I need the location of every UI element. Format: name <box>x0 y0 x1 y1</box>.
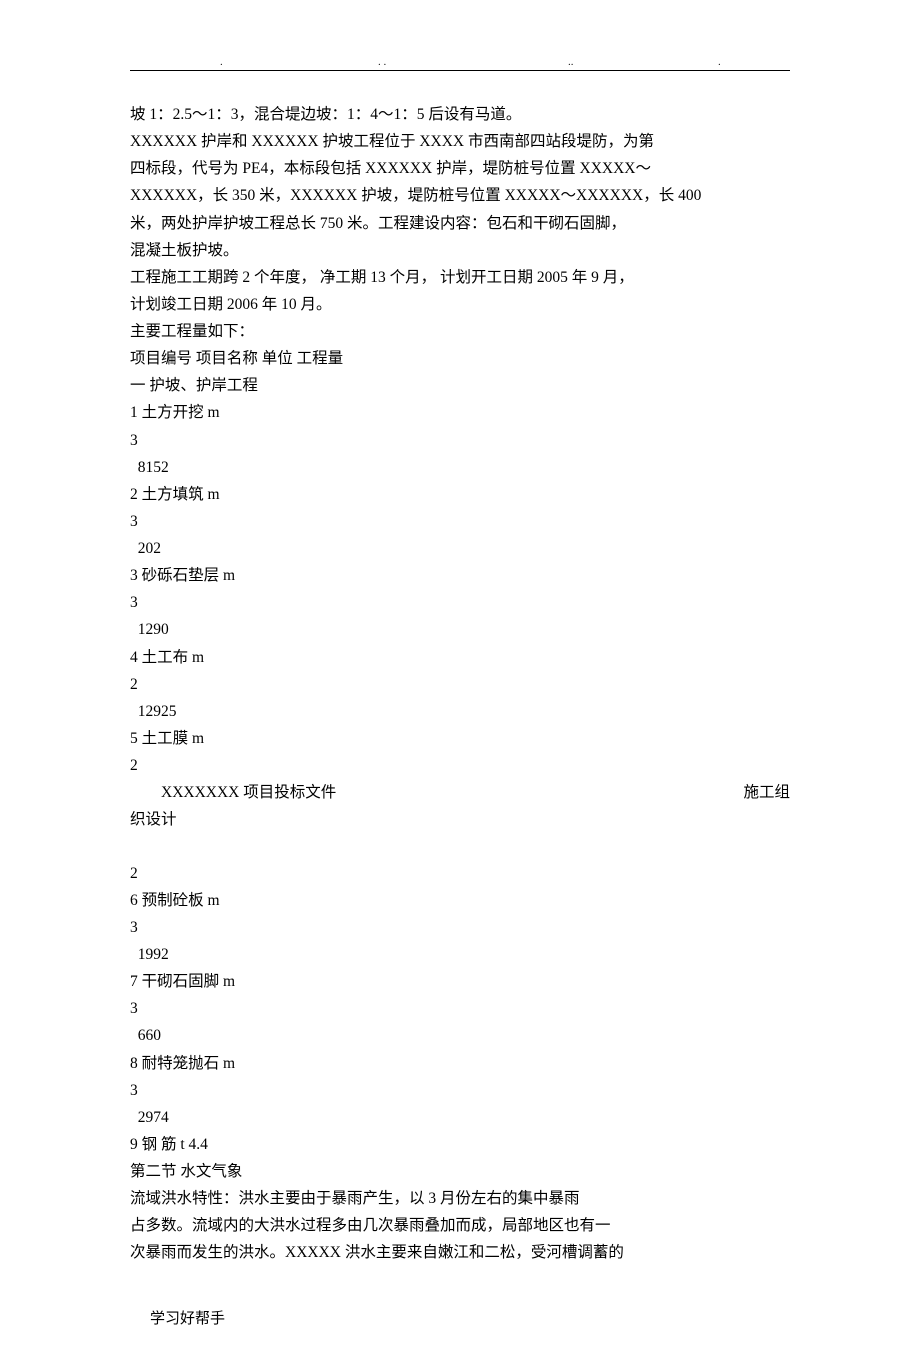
text-line: 660 <box>130 1022 790 1049</box>
text-line: 8152 <box>130 454 790 481</box>
header-dot-4: . <box>718 56 721 68</box>
text-line: 5 土工膜 m <box>130 725 790 752</box>
header-dot-3: .. <box>568 56 574 68</box>
text-line: 2 <box>130 752 790 779</box>
text-line: 织设计 <box>130 806 790 833</box>
text-line: 3 <box>130 995 790 1022</box>
blank-line <box>130 833 790 859</box>
text-line: 6 预制砼板 m <box>130 887 790 914</box>
text-line: 7 干砌石固脚 m <box>130 968 790 995</box>
text-line: 主要工程量如下： <box>130 318 790 345</box>
text-line: 3 <box>130 589 790 616</box>
text-line: 3 砂砾石垫层 m <box>130 562 790 589</box>
header-rule: . . . .. . <box>130 70 790 71</box>
text-line: 2 <box>130 671 790 698</box>
text-line: 计划竣工日期 2006 年 10 月。 <box>130 291 790 318</box>
text-line: 流域洪水特性：洪水主要由于暴雨产生，以 3 月份左右的集中暴雨 <box>130 1185 790 1212</box>
header-dot-1: . <box>220 56 223 68</box>
text-line: 4 土工布 m <box>130 644 790 671</box>
text-line: 1290 <box>130 616 790 643</box>
section-title: 第二节 水文气象 <box>130 1158 790 1185</box>
text-line: 9 钢 筋 t 4.4 <box>130 1131 790 1158</box>
text-line: 202 <box>130 535 790 562</box>
text-line: 工程施工工期跨 2 个年度， 净工期 13 个月， 计划开工日期 2005 年 … <box>130 264 790 291</box>
text-line: 次暴雨而发生的洪水。XXXXX 洪水主要来自嫩江和二松，受河槽调蓄的 <box>130 1239 790 1266</box>
text-line: 2 <box>130 860 790 887</box>
text-line: 12925 <box>130 698 790 725</box>
text-line: 3 <box>130 427 790 454</box>
text-line: 8 耐特笼抛石 m <box>130 1050 790 1077</box>
project-title-right: 施工组 <box>743 779 790 806</box>
text-line: 3 <box>130 1077 790 1104</box>
text-line: 1992 <box>130 941 790 968</box>
text-line: 3 <box>130 914 790 941</box>
text-line: 3 <box>130 508 790 535</box>
text-line: 坡 1：2.5～1：3，混合堤边坡：1：4～1：5 后设有马道。 <box>130 101 790 128</box>
text-line: XXXXXX 护岸和 XXXXXX 护坡工程位于 XXXX 市西南部四站段堤防，… <box>130 128 790 155</box>
text-line: 占多数。流域内的大洪水过程多由几次暴雨叠加而成，局部地区也有一 <box>130 1212 790 1239</box>
text-line: 四标段，代号为 PE4，本标段包括 XXXXXX 护岸，堤防桩号位置 XXXXX… <box>130 155 790 182</box>
document-page: . . . .. . 坡 1：2.5～1：3，混合堤边坡：1：4～1：5 后设有… <box>0 0 920 1368</box>
text-line: 1 土方开挖 m <box>130 399 790 426</box>
header-dot-2: . . <box>378 56 386 68</box>
table-header-line: 项目编号 项目名称 单位 工程量 <box>130 345 790 372</box>
text-line: XXXXXX，长 350 米，XXXXXX 护坡，堤防桩号位置 XXXXX～XX… <box>130 182 790 209</box>
text-line: 2974 <box>130 1104 790 1131</box>
text-line: 一 护坡、护岸工程 <box>130 372 790 399</box>
page-footer: 学习好帮手 <box>130 1307 790 1328</box>
project-title-left: XXXXXXX 项目投标文件 <box>130 779 336 806</box>
body-content: 坡 1：2.5～1：3，混合堤边坡：1：4～1：5 后设有马道。 XXXXXX … <box>130 101 790 1267</box>
project-header-row: XXXXXXX 项目投标文件 施工组 <box>130 779 790 806</box>
text-line: 米，两处护岸护坡工程总长 750 米。工程建设内容：包石和干砌石固脚， <box>130 210 790 237</box>
text-line: 混凝土板护坡。 <box>130 237 790 264</box>
text-line: 2 土方填筑 m <box>130 481 790 508</box>
